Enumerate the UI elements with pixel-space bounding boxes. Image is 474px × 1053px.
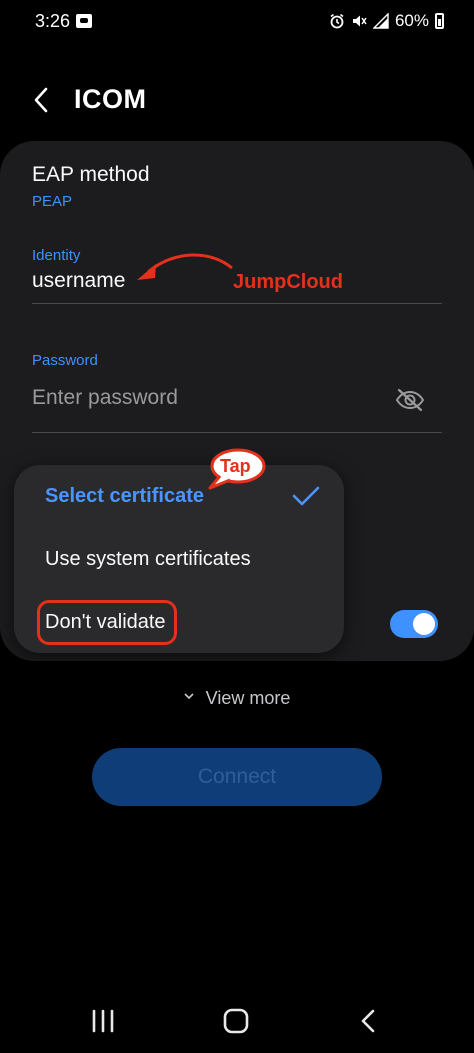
password-field[interactable]: [32, 381, 382, 415]
connect-button[interactable]: Connect: [92, 748, 382, 806]
eap-method-value: PEAP: [32, 193, 73, 210]
menu-item-label: Use system certificates: [45, 548, 251, 570]
status-time: 3:26: [35, 11, 71, 31]
chevron-down-icon: [184, 693, 194, 700]
battery-percent: 60%: [394, 11, 429, 30]
checkmark-icon: [292, 486, 320, 506]
eye-off-icon[interactable]: [394, 387, 426, 413]
dont-validate-highlight: [37, 600, 177, 645]
password-underline: [32, 432, 442, 433]
recent-apps-icon[interactable]: [88, 1008, 118, 1034]
back-arrow-icon[interactable]: [26, 84, 58, 116]
navigation-bar: [0, 993, 474, 1053]
view-more-link[interactable]: View more: [0, 688, 474, 712]
app-header: ICOM: [0, 72, 474, 128]
page-title: ICOM: [74, 84, 147, 114]
wifi-network-settings-screen: 3:26 60% ICOM EAP method PEAP Identity u…: [0, 0, 474, 1053]
status-icons: 60%: [329, 11, 444, 31]
settings-toggle[interactable]: [390, 610, 438, 638]
menu-item-select-certificate[interactable]: Select certificate: [14, 467, 344, 527]
view-more-label: View more: [205, 688, 291, 708]
identity-label: Identity: [32, 247, 81, 264]
home-icon[interactable]: [221, 1006, 251, 1036]
signal-icon: [372, 13, 389, 29]
toggle-knob: [413, 613, 435, 635]
tap-annotation: Tap: [220, 456, 251, 476]
alarm-icon: [330, 13, 344, 29]
identity-field[interactable]: username: [32, 269, 125, 293]
back-icon[interactable]: [356, 1008, 382, 1034]
menu-item-label: Select certificate: [45, 485, 204, 507]
identity-underline: [32, 303, 442, 304]
key-icon: [76, 14, 92, 28]
battery-icon: [435, 13, 444, 29]
status-bar: 3:26 60%: [0, 0, 474, 42]
menu-item-use-system-certificates[interactable]: Use system certificates: [14, 530, 344, 590]
eap-method-label: EAP method: [32, 163, 150, 186]
jumpcloud-annotation: JumpCloud: [233, 271, 343, 293]
password-label: Password: [32, 352, 98, 369]
mute-icon: [352, 15, 367, 27]
